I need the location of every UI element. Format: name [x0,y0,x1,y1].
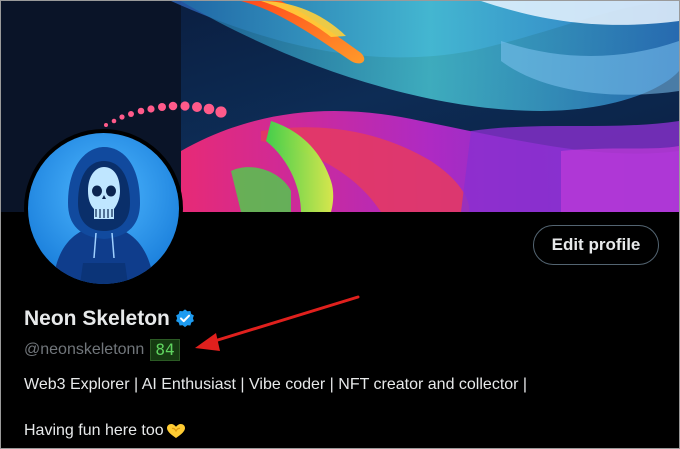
handle-row: @neonskeletonn 84 [24,339,180,361]
display-name: Neon Skeleton [24,307,170,330]
name-row: Neon Skeleton [24,307,196,331]
profile-avatar[interactable] [24,129,183,288]
score-badge: 84 [150,339,180,361]
bio-line-2: Having fun here too [24,422,164,439]
edit-profile-button[interactable]: Edit profile [533,225,659,265]
bio-line-2-row: Having fun here too [24,422,186,440]
profile-frame: Edit profile Neon Skeleton @neonskeleton… [0,0,680,449]
avatar-image [28,133,179,284]
bio-line-1: Web3 Explorer | AI Enthusiast | Vibe cod… [24,376,528,393]
verified-badge-icon[interactable] [174,308,196,330]
yellow-heart-hands-icon [166,424,185,438]
user-handle: @neonskeletonn [24,341,145,358]
